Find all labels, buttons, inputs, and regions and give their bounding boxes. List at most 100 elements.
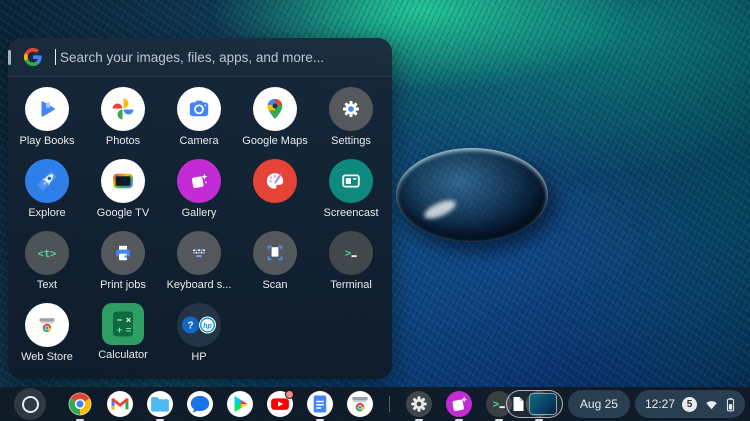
hp-folder-icon: ?hp <box>177 303 221 347</box>
app-text[interactable]: <t> Text <box>9 221 85 293</box>
app-label: Google TV <box>97 207 149 220</box>
app-label: Scan <box>262 279 287 292</box>
app-canvas[interactable] <box>237 149 313 221</box>
app-keyboard-shortcuts[interactable]: Keyboard s... <box>161 221 237 293</box>
app-screencast[interactable]: Screencast <box>313 149 389 221</box>
holding-space-tray[interactable] <box>506 390 563 418</box>
app-grid: Play Books Photos Camera Google Maps <box>8 77 392 365</box>
system-tray: Aug 25 12:27 5 <box>506 390 745 418</box>
gallery-icon <box>177 159 221 203</box>
google-maps-icon <box>253 87 297 131</box>
app-calculator[interactable]: −×+= Calculator <box>85 293 161 365</box>
shelf-app-messages[interactable] <box>187 391 213 417</box>
shelf-app-settings[interactable] <box>406 391 432 417</box>
app-explore[interactable]: Explore <box>9 149 85 221</box>
app-label: Camera <box>179 135 218 148</box>
text-icon: <t> <box>25 231 69 275</box>
app-google-tv[interactable]: Google TV <box>85 149 161 221</box>
shelf: > Aug 25 12:27 5 <box>0 387 750 421</box>
shelf-app-docs[interactable] <box>307 391 333 417</box>
app-launcher-panel: Play Books Photos Camera Google Maps <box>8 38 392 379</box>
web-store-icon <box>347 391 373 417</box>
app-label: Keyboard s... <box>167 279 232 292</box>
app-label: Web Store <box>21 351 73 364</box>
app-label: Text <box>37 279 57 292</box>
status-area[interactable]: 12:27 5 <box>635 390 745 418</box>
calendar-pill[interactable]: Aug 25 <box>568 390 630 418</box>
notification-dot <box>285 390 294 399</box>
screencast-icon <box>329 159 373 203</box>
chrome-icon <box>67 391 93 417</box>
svg-text:>: > <box>345 248 351 260</box>
svg-text:hp: hp <box>203 323 212 330</box>
text-caret <box>55 49 56 65</box>
play-books-icon <box>25 87 69 131</box>
app-label: HP <box>191 351 206 364</box>
messages-icon <box>187 391 213 417</box>
shelf-app-play-store[interactable] <box>227 391 253 417</box>
shelf-app-youtube[interactable] <box>267 391 293 417</box>
shelf-app-web-store[interactable] <box>347 391 373 417</box>
app-play-books[interactable]: Play Books <box>9 77 85 149</box>
keyboard-shortcuts-icon <box>177 231 221 275</box>
battery-icon <box>726 397 735 412</box>
app-label: Settings <box>331 135 371 148</box>
app-label: Calculator <box>98 349 148 362</box>
app-label: Play Books <box>19 135 74 148</box>
calculator-icon: −×+= <box>102 303 144 345</box>
app-gallery[interactable]: Gallery <box>161 149 237 221</box>
launcher-button[interactable] <box>14 388 46 420</box>
app-label: Explore <box>28 207 65 220</box>
launcher-search-bar[interactable] <box>8 38 392 77</box>
explore-icon <box>25 159 69 203</box>
svg-text:×: × <box>126 315 131 325</box>
water-droplet-decoration <box>396 148 548 242</box>
settings-icon <box>329 87 373 131</box>
settings-icon <box>406 391 432 417</box>
google-tv-icon <box>101 159 145 203</box>
app-scan[interactable]: Scan <box>237 221 313 293</box>
google-logo-icon <box>24 48 42 66</box>
app-label: Screencast <box>323 207 378 220</box>
shelf-app-files[interactable] <box>147 391 173 417</box>
screen-capture-thumbnail[interactable] <box>529 393 557 415</box>
launcher-icon <box>22 396 39 413</box>
notification-count-badge: 5 <box>682 397 697 412</box>
photos-icon <box>101 87 145 131</box>
app-print-jobs[interactable]: Print jobs <box>85 221 161 293</box>
play-store-icon <box>227 391 253 417</box>
canvas-icon <box>253 159 297 203</box>
svg-text:>: > <box>493 398 500 411</box>
svg-text:<t>: <t> <box>38 248 57 260</box>
app-google-maps[interactable]: Google Maps <box>237 77 313 149</box>
shelf-apps: > <box>67 387 552 421</box>
scan-icon <box>253 231 297 275</box>
files-icon <box>147 391 173 417</box>
terminal-icon: > <box>329 231 373 275</box>
gallery-icon <box>446 391 472 417</box>
clock-label: 12:27 <box>645 397 675 411</box>
app-photos[interactable]: Photos <box>85 77 161 149</box>
app-label: Photos <box>106 135 140 148</box>
svg-text:−: − <box>117 315 122 325</box>
wifi-icon <box>704 397 719 412</box>
date-label: Aug 25 <box>580 397 618 411</box>
chromeos-desktop: Play Books Photos Camera Google Maps <box>0 0 750 421</box>
app-camera[interactable]: Camera <box>161 77 237 149</box>
page-indicator <box>8 50 11 65</box>
app-label: Terminal <box>330 279 372 292</box>
app-web-store[interactable]: Web Store <box>9 293 85 365</box>
app-folder-hp[interactable]: ?hp HP <box>161 293 237 365</box>
app-settings[interactable]: Settings <box>313 77 389 149</box>
shelf-app-gmail[interactable] <box>107 391 133 417</box>
app-label: Print jobs <box>100 279 146 292</box>
screen-capture-file-icon <box>512 396 525 412</box>
app-label: Google Maps <box>242 135 307 148</box>
app-label: Gallery <box>182 207 217 220</box>
web-store-icon <box>25 303 69 347</box>
shelf-app-gallery[interactable] <box>446 391 472 417</box>
search-input[interactable] <box>58 49 392 66</box>
docs-icon <box>307 391 333 417</box>
app-terminal[interactable]: > Terminal <box>313 221 389 293</box>
shelf-app-chrome[interactable] <box>67 391 93 417</box>
